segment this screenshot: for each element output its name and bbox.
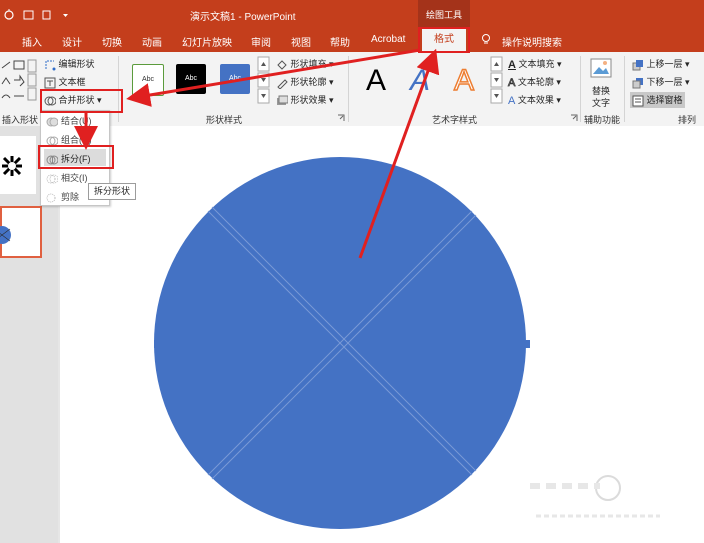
annotation-arrows: [74, 48, 440, 259]
arrow-to-format-tab: [358, 48, 440, 259]
arrow-to-merge-shapes: [126, 48, 421, 107]
